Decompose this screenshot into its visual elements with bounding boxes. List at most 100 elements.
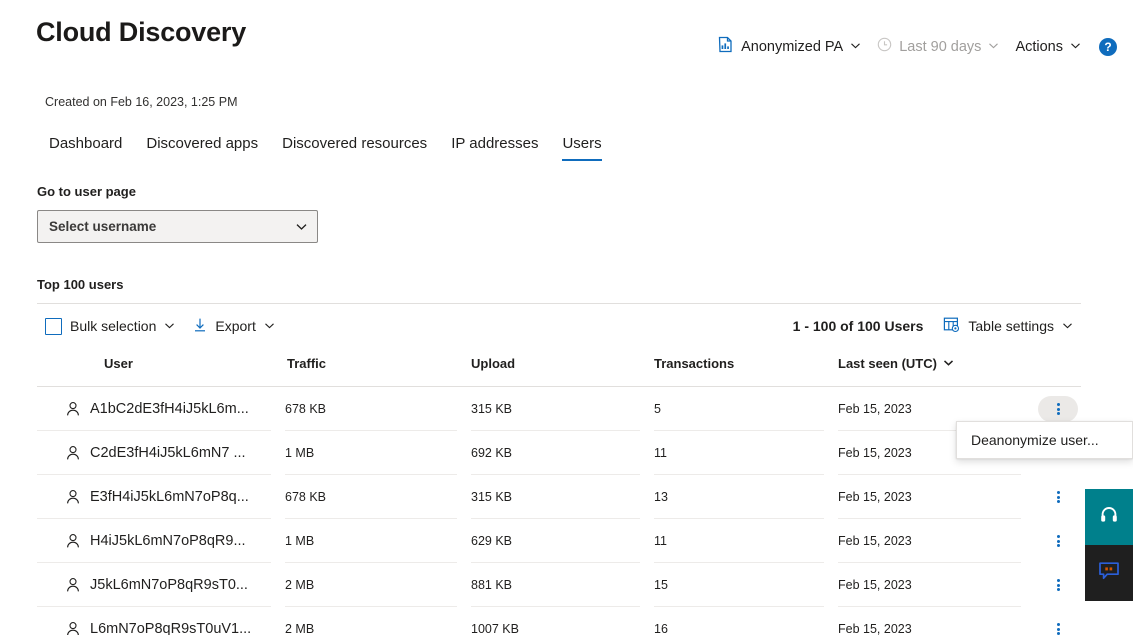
created-on-text: Created on Feb 16, 2023, 1:25 PM [45,95,238,109]
users-table: Bulk selection Export 1 - 100 of 100 Use… [37,303,1081,635]
person-icon [65,533,81,549]
bulk-selection-button[interactable]: Bulk selection [37,314,183,339]
user-name: L6mN7oP8qR9sT0uV1... [90,621,252,635]
floating-side-widgets [1085,489,1133,601]
tab-discovered-resources[interactable]: Discovered resources [270,133,439,161]
headset-icon [1098,504,1120,531]
person-icon [65,445,81,461]
table-cell-user: L6mN7oP8qR9sT0uV1... [37,607,271,635]
tab-ip-addresses[interactable]: IP addresses [439,133,550,161]
person-icon [65,577,81,593]
table-cell-transactions: 11 [654,519,824,563]
user-name: J5kL6mN7oP8qR9sT0... [90,576,248,593]
tab-discovered-apps[interactable]: Discovered apps [134,133,270,161]
kebab-menu-icon[interactable] [1038,396,1078,422]
table-cell-user: J5kL6mN7oP8qR9sT0... [37,563,271,607]
table-row[interactable]: C2dE3fH4iJ5kL6mN7 ... 1 MB 692 KB 11 Feb 15,… [37,431,1081,475]
table-settings-icon [943,316,960,336]
chevron-down-icon [1062,320,1073,331]
user-name: E3fH4iJ5kL6mN7oP8q... [90,488,249,505]
table-row[interactable]: E3fH4iJ5kL6mN7oP8q... 678 KB 315 KB 13 Feb 1… [37,475,1081,519]
table-cell-last-seen: Feb 15, 2023 [838,519,1021,563]
table-header-row: User Traffic Upload Transactions Last se… [37,348,1081,378]
column-header-transactions[interactable]: Transactions [654,356,838,371]
date-range-selector[interactable]: Last 90 days [869,34,1007,59]
table-cell-upload: 629 KB [471,519,640,563]
table-cell-upload: 881 KB [471,563,640,607]
table-cell-user: A1bC2dE3fH4iJ5kL6m... [37,387,271,431]
date-range-label: Last 90 days [899,38,982,55]
table-body: A1bC2dE3fH4iJ5kL6m... 678 KB 315 KB 5 Feb 15… [37,387,1081,635]
context-menu-item-deanonymize-user[interactable]: Deanonymize user... [957,422,1132,458]
support-widget-button[interactable] [1085,489,1133,545]
kebab-menu-icon[interactable] [1042,485,1074,509]
result-count: 1 - 100 of 100 Users [792,318,924,334]
actions-label: Actions [1015,38,1063,55]
chevron-down-icon [164,320,175,331]
table-cell-actions [1035,563,1081,607]
table-toolbar: Bulk selection Export 1 - 100 of 100 Use… [37,304,1081,348]
person-icon [65,621,81,635]
kebab-menu-icon[interactable] [1042,573,1074,597]
kebab-menu-icon[interactable] [1042,617,1074,635]
table-row[interactable]: J5kL6mN7oP8qR9sT0... 2 MB 881 KB 15 Feb 15, … [37,563,1081,607]
table-cell-traffic: 2 MB [285,622,315,635]
column-header-last-seen[interactable]: Last seen (UTC) [838,356,1035,371]
column-header-user[interactable]: User [37,356,285,371]
bulk-selection-label: Bulk selection [70,318,157,334]
feedback-chat-icon [1097,560,1121,587]
table-cell-transactions: 11 [654,431,824,475]
person-icon [65,489,81,505]
table-cell-transactions: 5 [654,387,824,431]
table-settings-label: Table settings [968,318,1054,334]
table-row[interactable]: A1bC2dE3fH4iJ5kL6m... 678 KB 315 KB 5 Feb 15… [37,387,1081,431]
table-settings-button[interactable]: Table settings [935,312,1081,340]
table-cell-user: E3fH4iJ5kL6mN7oP8q... [37,475,271,519]
table-cell-actions [1035,475,1081,519]
chevron-down-icon [943,357,954,368]
table-cell-traffic: 678 KB [285,475,457,519]
top-users-label: Top 100 users [37,277,124,292]
go-to-user-page-label: Go to user page [37,184,136,199]
table-cell-last-seen: Feb 15, 2023 [838,475,1021,519]
table-cell-traffic: 1 MB [285,431,457,475]
help-icon[interactable]: ? [1099,37,1117,56]
column-header-upload[interactable]: Upload [471,356,654,371]
bulk-selection-checkbox[interactable] [45,317,62,335]
kebab-menu-icon[interactable] [1042,529,1074,553]
download-icon [193,317,207,336]
table-cell-traffic: 2 MB [285,563,457,607]
table-cell-last-seen: Feb 15, 2023 [838,622,912,635]
tab-bar: Dashboard Discovered apps Discovered res… [37,133,614,161]
row-context-menu: Deanonymize user... [956,421,1133,459]
user-name: C2dE3fH4iJ5kL6mN7 ... [90,444,246,461]
user-name: A1bC2dE3fH4iJ5kL6m... [90,400,249,417]
table-cell-last-seen: Feb 15, 2023 [838,563,1021,607]
table-cell-user: H4iJ5kL6mN7oP8qR9... [37,519,271,563]
table-cell-traffic: 678 KB [285,387,457,431]
username-select[interactable]: Select username [37,210,318,243]
tab-dashboard[interactable]: Dashboard [37,133,134,161]
column-header-last-seen-label: Last seen (UTC) [838,355,937,371]
table-cell-traffic: 1 MB [285,519,457,563]
report-chart-icon [718,36,734,57]
clock-icon [877,37,892,56]
feedback-widget-button[interactable] [1085,545,1133,601]
chevron-down-icon [1070,40,1081,51]
table-cell-upload: 315 KB [471,475,640,519]
username-select-value: Select username [49,219,157,234]
column-header-traffic[interactable]: Traffic [285,356,471,371]
report-selector[interactable]: Anonymized PA [710,33,869,60]
table-cell-user: C2dE3fH4iJ5kL6mN7 ... [37,431,271,475]
chevron-down-icon [264,320,275,331]
table-row[interactable]: L6mN7oP8qR9sT0uV1... 2 MB 1007 KB 16 Feb 15,… [37,607,1081,635]
person-icon [65,401,81,417]
export-button[interactable]: Export [185,313,282,340]
chevron-down-icon [850,40,861,51]
actions-menu[interactable]: Actions [1007,36,1089,58]
table-cell-upload: 1007 KB [471,622,519,635]
tab-users[interactable]: Users [550,133,613,161]
header-toolbar: Anonymized PA Last 90 days Actions ? [710,33,1117,60]
table-row[interactable]: H4iJ5kL6mN7oP8qR9... 1 MB 629 KB 11 Feb 15, … [37,519,1081,563]
table-cell-upload: 692 KB [471,431,640,475]
